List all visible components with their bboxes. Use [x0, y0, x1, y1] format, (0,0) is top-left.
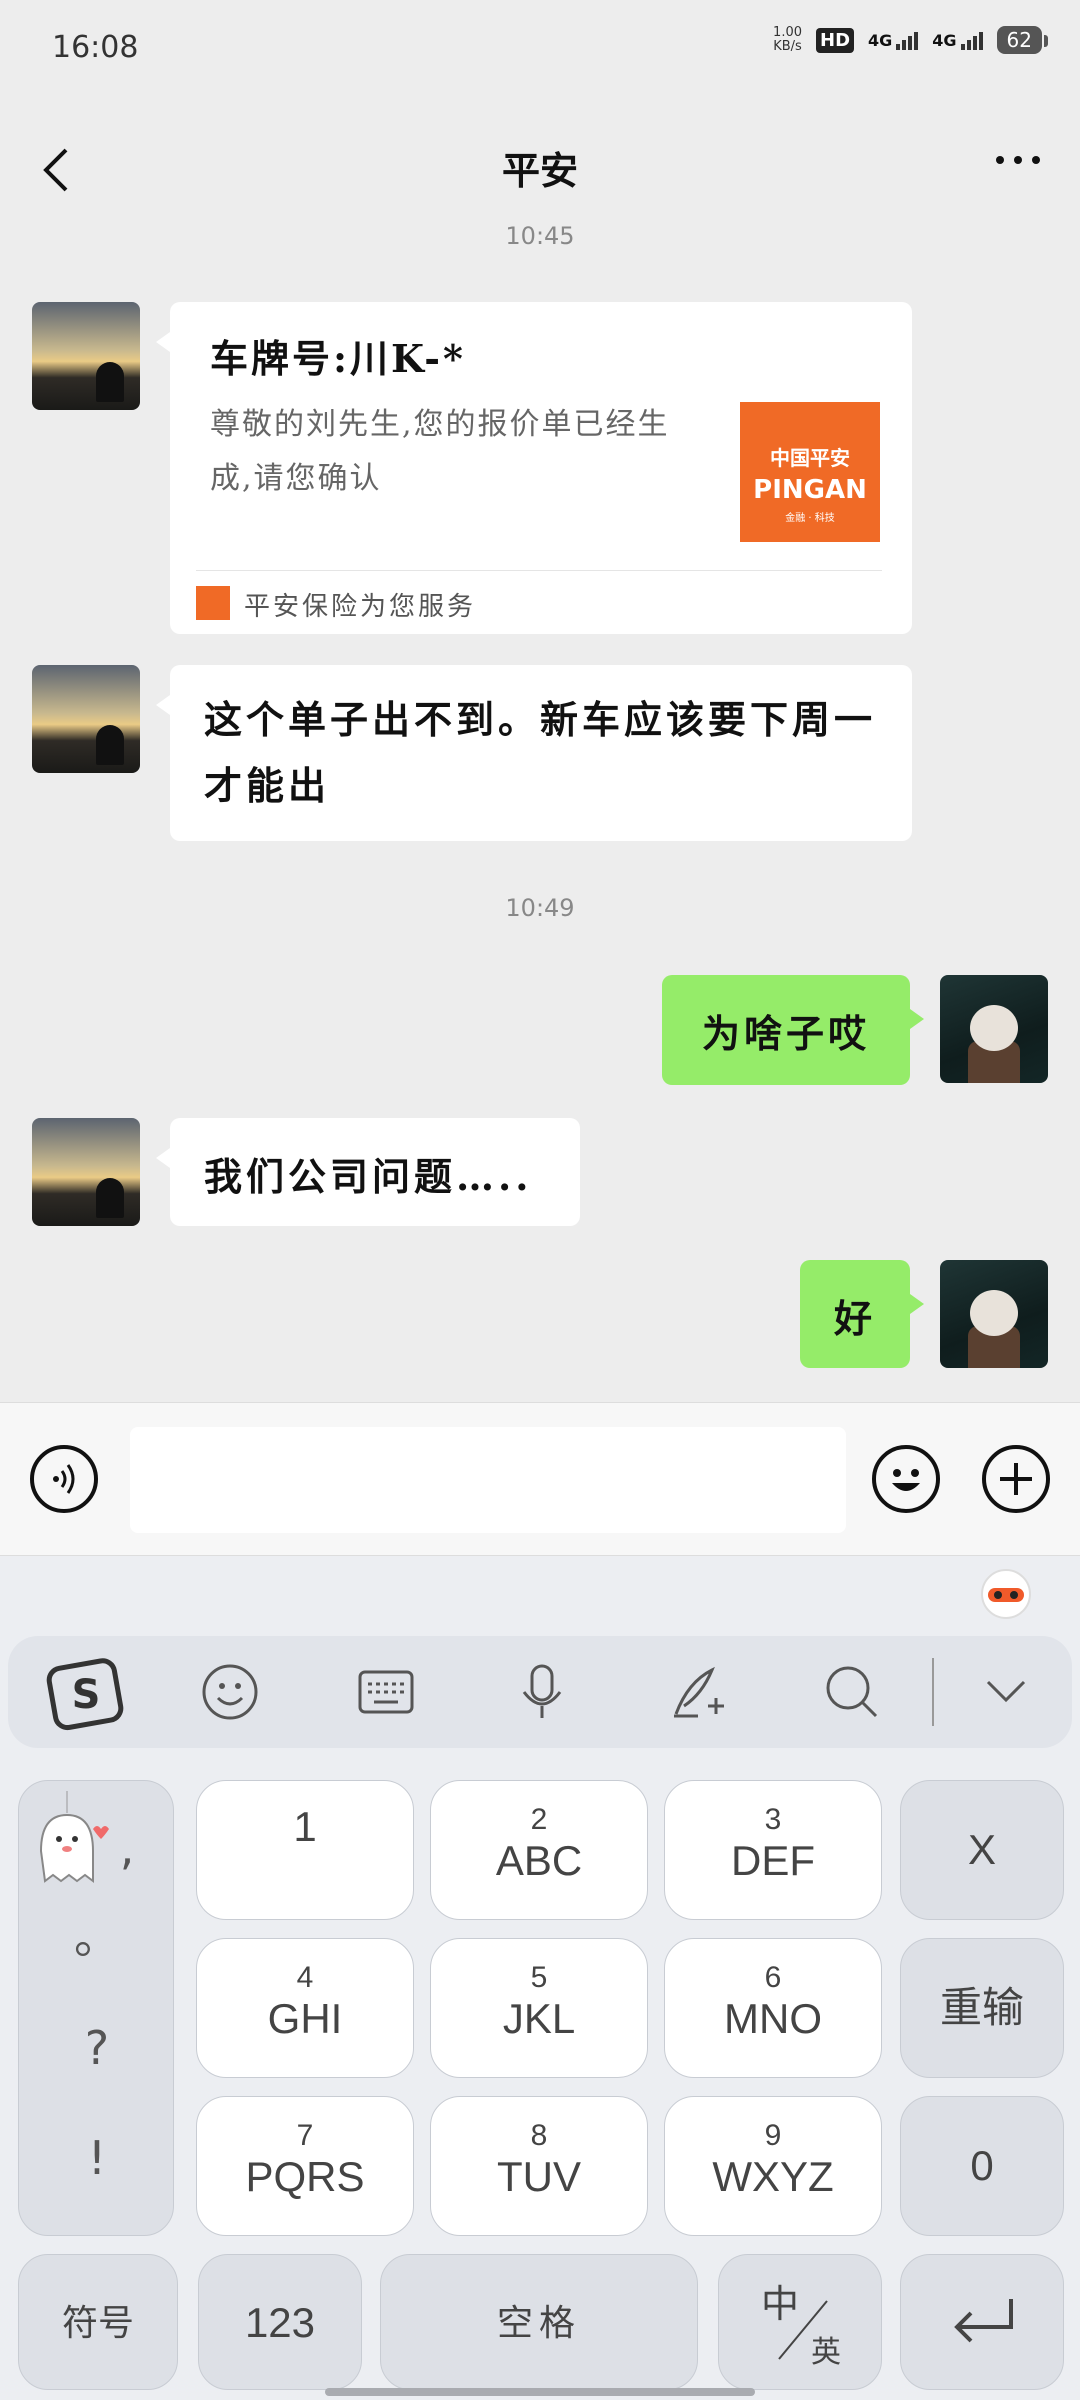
punct-period[interactable]: 。	[19, 1901, 175, 1967]
keyboard-icon[interactable]	[356, 1662, 416, 1722]
signal-icon-2: 4G	[932, 31, 983, 50]
emoji-icon[interactable]	[872, 1445, 940, 1513]
voice-icon[interactable]	[30, 1445, 98, 1513]
message-bubble-sent[interactable]: 好	[800, 1260, 924, 1368]
status-icons: 1.00 KB/s HD 4G 4G 62	[773, 25, 1049, 54]
message-text: 好	[833, 1296, 876, 1341]
language-toggle-key[interactable]: 中 英	[718, 2254, 882, 2390]
punctuation-list[interactable]: , 。 ? !	[18, 1780, 174, 2236]
handwriting-icon[interactable]	[668, 1662, 728, 1722]
battery-icon: 62	[996, 26, 1049, 54]
card-description: 尊敬的刘先生,您的报价单已经生成,请您确认	[210, 407, 670, 496]
message-text: 我们公司问题…..	[204, 1154, 533, 1199]
smiley-icon[interactable]	[200, 1662, 260, 1722]
message-bubble[interactable]: 我们公司问题…..	[156, 1118, 580, 1226]
space-key[interactable]: 空格	[380, 2254, 698, 2390]
pingan-logo: 中国平安 PINGAN 金融 · 科技	[740, 402, 880, 542]
delete-key[interactable]: X	[900, 1780, 1064, 1920]
mascot-icon[interactable]	[978, 1564, 1034, 1620]
my-avatar[interactable]	[940, 1260, 1048, 1368]
page-title: 平安	[501, 149, 578, 193]
message-input[interactable]	[130, 1427, 846, 1533]
key-9[interactable]: 9 WXYZ	[664, 2096, 882, 2236]
symbols-key[interactable]: 符号	[18, 2254, 178, 2390]
retype-key[interactable]: 重输	[900, 1938, 1064, 2078]
svg-text:S: S	[72, 1672, 101, 1718]
message-text: 为啥子哎	[701, 1011, 870, 1056]
key-1[interactable]: 1	[196, 1780, 414, 1920]
message-text: 这个单子出不到。新车应该要下周一才能出	[204, 697, 877, 808]
timestamp: 10:49	[505, 894, 575, 922]
key-0[interactable]: 0	[900, 2096, 1064, 2236]
search-icon[interactable]	[822, 1662, 882, 1722]
toolbar-divider	[932, 1658, 934, 1726]
key-8[interactable]: 8 TUV	[430, 2096, 648, 2236]
signal-icon: 4G	[868, 31, 919, 50]
message-bubble[interactable]: 这个单子出不到。新车应该要下周一才能出	[156, 665, 912, 841]
card-source: 平安保险为您服务	[244, 592, 477, 622]
punct-exclaim[interactable]: !	[19, 2131, 175, 2185]
punct-comma[interactable]: ,	[49, 1821, 205, 1875]
timestamp: 10:45	[505, 222, 575, 250]
status-time: 16:08	[52, 30, 139, 65]
key-4[interactable]: 4 GHI	[196, 1938, 414, 2078]
enter-icon	[954, 2299, 1013, 2343]
divider	[196, 570, 882, 571]
key-5[interactable]: 5 JKL	[430, 1938, 648, 2078]
collapse-icon[interactable]	[976, 1662, 1036, 1722]
key-2[interactable]: 2 ABC	[430, 1780, 648, 1920]
my-avatar[interactable]	[940, 975, 1048, 1083]
pingan-small-icon	[196, 586, 230, 620]
sogou-icon[interactable]: S	[46, 1654, 126, 1734]
more-icon[interactable]	[996, 156, 1040, 164]
key-6[interactable]: 6 MNO	[664, 1938, 882, 2078]
numbers-key[interactable]: 123	[198, 2254, 362, 2390]
key-3[interactable]: 3 DEF	[664, 1780, 882, 1920]
message-bubble-sent[interactable]: 为啥子哎	[662, 975, 924, 1085]
input-bar	[0, 1402, 1080, 1556]
keyboard-toolbar: S	[8, 1636, 1072, 1748]
punct-question[interactable]: ?	[19, 2021, 175, 2075]
enter-key[interactable]	[900, 2254, 1064, 2390]
network-speed: 1.00 KB/s	[773, 25, 802, 54]
chat-header: 平安	[0, 110, 1080, 230]
hd-icon: HD	[816, 27, 855, 53]
plus-icon[interactable]	[982, 1445, 1050, 1513]
avatar[interactable]	[32, 1118, 140, 1226]
mic-icon[interactable]	[512, 1662, 572, 1722]
keyboard: S , 。 ? ! 1 2 ABC 3 DEF X 4 GHI 5 JKL 6 …	[0, 1556, 1080, 2400]
key-7[interactable]: 7 PQRS	[196, 2096, 414, 2236]
link-card[interactable]: 车牌号:川K-* 尊敬的刘先生,您的报价单已经生成,请您确认 中国平安 PING…	[156, 302, 912, 634]
avatar[interactable]	[32, 302, 140, 410]
card-title: 车牌号:川K-*	[210, 336, 466, 381]
home-indicator[interactable]	[325, 2388, 755, 2396]
avatar[interactable]	[32, 665, 140, 773]
